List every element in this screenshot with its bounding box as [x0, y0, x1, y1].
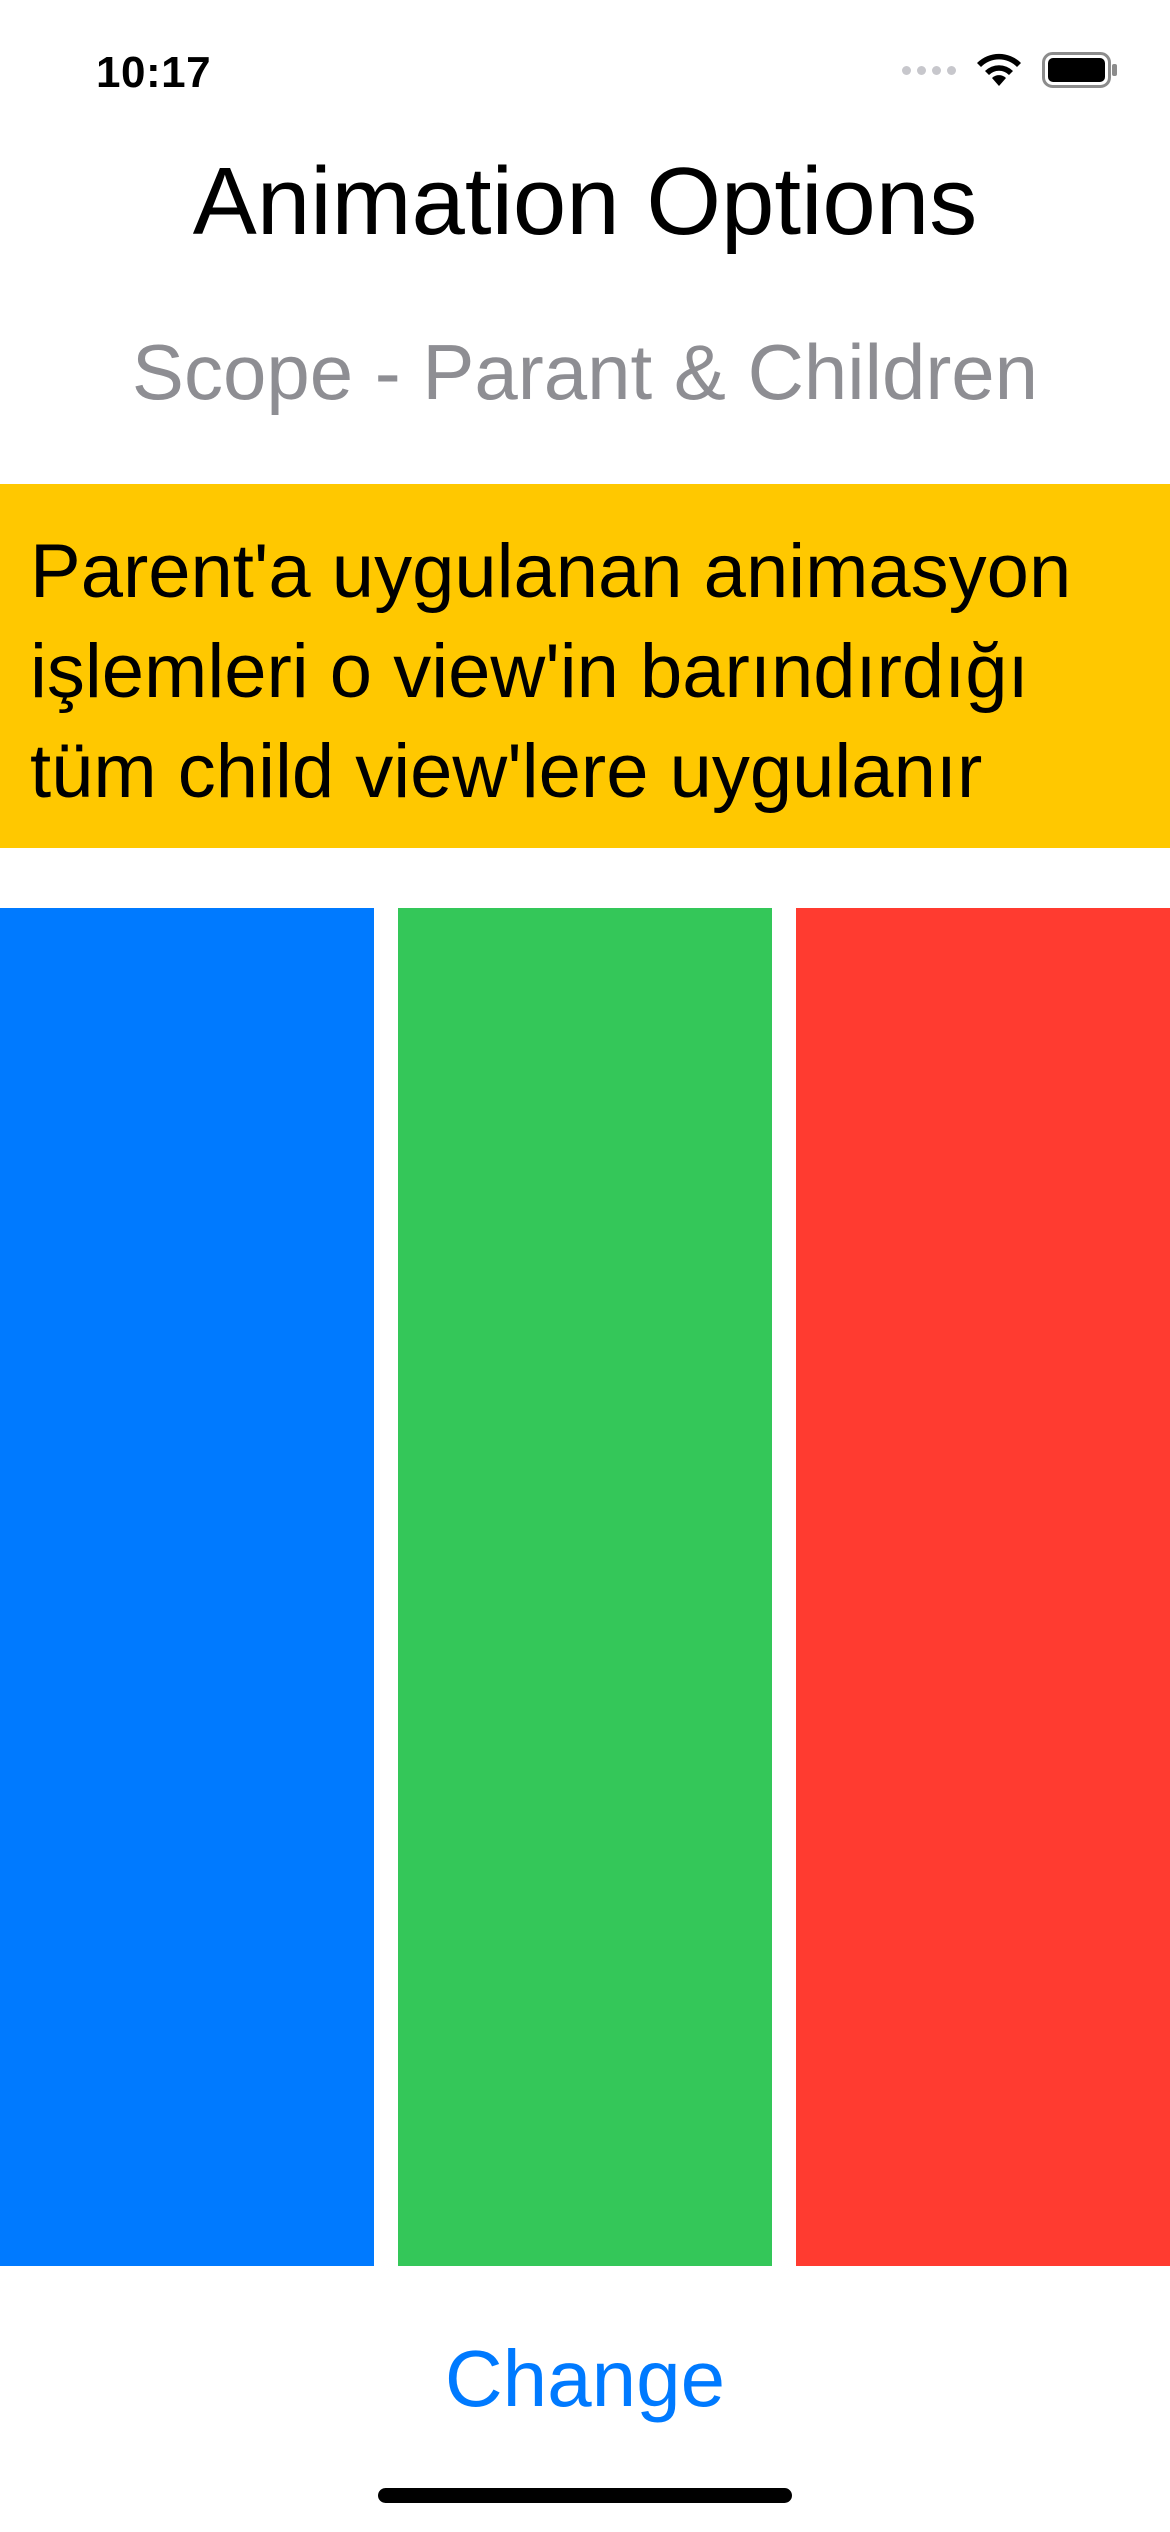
child-view-blue [0, 908, 374, 2266]
child-view-red [796, 908, 1170, 2266]
info-banner: Parent'a uygulanan animasyon işlemleri o… [0, 484, 1170, 848]
app-screen: 10:17 Animation Options Scope - Parant &… [0, 0, 1170, 2532]
wifi-icon [977, 53, 1021, 86]
info-banner-text: Parent'a uygulanan animasyon işlemleri o… [30, 529, 1072, 814]
status-icons [902, 52, 1118, 88]
status-time: 10:17 [96, 48, 212, 97]
status-bar: 10:17 [0, 0, 1170, 140]
parent-stack-view [0, 908, 1170, 2266]
page-title: Animation Options [192, 148, 978, 255]
page-subtitle: Scope - Parant & Children [131, 328, 1039, 416]
home-indicator [378, 2488, 792, 2503]
cellular-signal-icon [902, 65, 956, 75]
battery-icon [1042, 52, 1117, 88]
child-view-green [398, 908, 772, 2266]
change-button[interactable]: Change [0, 2324, 1170, 2434]
